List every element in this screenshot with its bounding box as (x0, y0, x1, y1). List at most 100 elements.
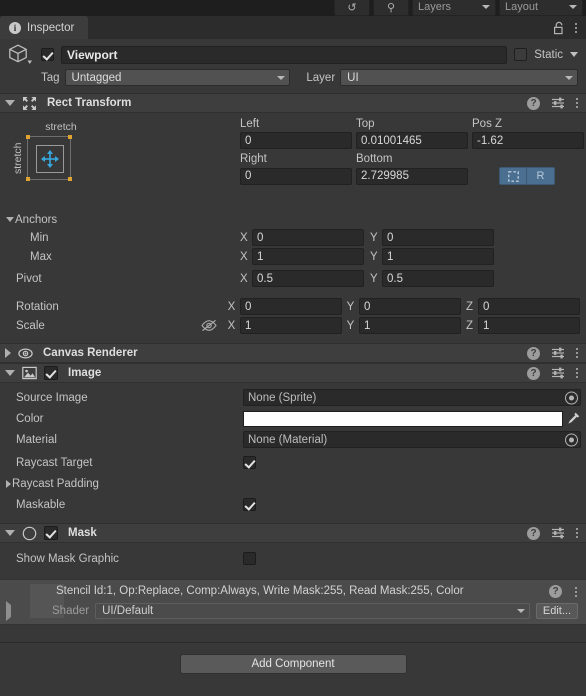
foldout-arrow-icon[interactable] (5, 100, 15, 106)
kebab-menu-icon[interactable] (576, 348, 578, 358)
kebab-menu-icon[interactable] (576, 98, 578, 108)
foldout-arrow-icon[interactable] (5, 370, 15, 376)
layer-dropdown-value: UI (347, 71, 359, 84)
raycast-padding-label: Raycast Padding (12, 477, 99, 490)
help-icon[interactable]: ? (549, 585, 562, 598)
foldout-arrow-icon[interactable] (6, 601, 11, 621)
help-icon[interactable]: ? (527, 96, 540, 110)
rect-col-headers-row1: Left Top Pos Z (240, 118, 584, 130)
raycast-padding-foldout[interactable]: Raycast Padding (0, 474, 586, 493)
foldout-arrow-icon[interactable] (5, 530, 15, 536)
preset-settings-icon[interactable] (551, 527, 565, 539)
kebab-menu-icon[interactable] (575, 587, 577, 597)
preset-settings-icon[interactable] (551, 347, 565, 359)
static-dropdown-chevron-down-icon[interactable] (570, 52, 578, 57)
eyedropper-icon[interactable] (566, 411, 581, 426)
anchor-preset-widget[interactable]: stretch stretch (12, 121, 96, 181)
bottom-label: Bottom (356, 153, 393, 165)
anchor-max-y-input[interactable]: 1 (382, 248, 494, 265)
foldout-arrow-icon[interactable] (5, 348, 11, 358)
color-swatch[interactable] (243, 410, 563, 427)
object-picker-icon[interactable] (565, 433, 578, 446)
chevron-down-icon (482, 5, 490, 9)
kebab-menu-icon[interactable] (575, 22, 577, 33)
pos-z-input[interactable]: -1.62 (472, 132, 584, 149)
gameobject-tag-layer-row: Tag Untagged Layer UI (8, 69, 578, 86)
anchor-min-x-input[interactable]: 0 (252, 229, 364, 246)
add-component-button[interactable]: Add Component (179, 654, 407, 674)
anchor-preset-box[interactable] (26, 135, 72, 181)
layout-dropdown-label: Layout (505, 1, 539, 13)
component-header-rect-transform[interactable]: Rect Transform ? (0, 93, 586, 113)
constrain-proportions-off-icon[interactable] (201, 319, 217, 332)
axis-y-label: Y (370, 272, 378, 285)
preset-settings-icon[interactable] (551, 367, 565, 379)
left-input[interactable]: 0 (240, 132, 352, 149)
foldout-arrow-icon[interactable] (6, 217, 14, 222)
pivot-x-input[interactable]: 0.5 (252, 270, 364, 287)
help-icon[interactable]: ? (527, 526, 540, 540)
static-label: Static (534, 48, 563, 61)
history-icon-button[interactable]: ↺ (334, 0, 370, 16)
component-header-mask[interactable]: Mask ? (0, 523, 586, 543)
rotation-x-input[interactable]: 0 (240, 298, 342, 315)
preset-settings-icon[interactable] (551, 97, 565, 109)
search-icon-button[interactable]: ⚲ (373, 0, 409, 16)
chevron-down-icon (277, 75, 286, 80)
pivot-y-input[interactable]: 0.5 (382, 270, 494, 287)
scale-x-input[interactable]: 1 (240, 317, 342, 334)
axis-x-label: X (240, 272, 248, 285)
rotation-y-input[interactable]: 0 (359, 298, 461, 315)
raycast-target-checkbox[interactable] (243, 456, 256, 469)
image-enabled-checkbox[interactable] (44, 366, 58, 380)
top-input[interactable]: 0.01001465 (356, 132, 468, 149)
anchors-foldout[interactable]: Anchors (0, 211, 586, 228)
component-header-canvas-renderer[interactable]: Canvas Renderer ? (0, 343, 586, 363)
material-field[interactable]: None (Material) (243, 431, 581, 448)
rect-transform-icon (23, 96, 36, 110)
kebab-menu-icon[interactable] (576, 368, 578, 378)
component-header-actions: ? (527, 96, 578, 110)
blueprint-mode-button[interactable] (499, 167, 527, 185)
shader-value: UI/Default (102, 605, 154, 617)
help-icon[interactable]: ? (527, 346, 540, 360)
anchor-min-y-input[interactable]: 0 (382, 229, 494, 246)
raw-edit-mode-button[interactable]: R (527, 167, 555, 185)
raycast-target-label: Raycast Target (16, 456, 93, 469)
foldout-arrow-icon[interactable] (6, 479, 11, 488)
stretch-arrows-icon (41, 150, 59, 168)
maskable-checkbox[interactable] (243, 498, 256, 511)
right-input[interactable]: 0 (240, 167, 352, 185)
source-image-field[interactable]: None (Sprite) (243, 389, 581, 406)
gameobject-enabled-checkbox[interactable] (41, 48, 54, 61)
tag-dropdown[interactable]: Untagged (64, 69, 291, 86)
layer-dropdown[interactable]: UI (340, 69, 578, 86)
scale-z-input[interactable]: 1 (478, 317, 580, 334)
scale-y-input[interactable]: 1 (359, 317, 461, 334)
mask-enabled-checkbox[interactable] (44, 526, 58, 540)
tab-inspector[interactable]: i Inspector (0, 16, 89, 39)
tag-dropdown-value: Untagged (71, 71, 122, 84)
anchor-max-x-input[interactable]: 1 (252, 248, 364, 265)
rotation-z-input[interactable]: 0 (478, 298, 580, 315)
canvas-renderer-icon (18, 347, 33, 359)
bottom-input[interactable]: 2.729985 (356, 167, 468, 185)
shader-dropdown[interactable]: UI/Default (95, 603, 530, 619)
object-picker-icon[interactable] (565, 391, 578, 404)
static-checkbox[interactable] (514, 48, 528, 61)
component-header-image[interactable]: Image ? (0, 363, 586, 383)
source-image-label: Source Image (16, 391, 88, 404)
help-icon[interactable]: ? (527, 366, 540, 380)
lock-icon[interactable] (553, 21, 565, 35)
show-mask-graphic-checkbox[interactable] (243, 552, 256, 565)
layers-dropdown[interactable]: Layers (412, 0, 496, 16)
image-component-icon (22, 366, 37, 380)
material-foldout[interactable] (6, 601, 12, 621)
shader-label: Shader (52, 605, 90, 617)
color-label: Color (16, 412, 44, 425)
gameobject-name-input[interactable]: Viewport (61, 45, 508, 64)
cube-icon (8, 43, 34, 67)
layout-dropdown[interactable]: Layout (499, 0, 583, 16)
shader-edit-button[interactable]: Edit... (535, 603, 578, 619)
kebab-menu-icon[interactable] (576, 528, 578, 538)
